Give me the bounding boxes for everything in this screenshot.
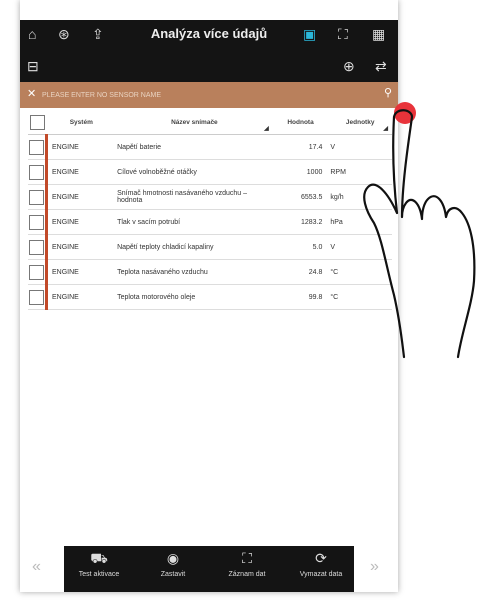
bottom-toolbar: ⛟ Test aktivace ◉ Zastavit ⛶ Záznam dat … <box>64 546 354 592</box>
search-input[interactable] <box>42 88 342 102</box>
test-activation-button[interactable]: ⛟ Test aktivace <box>68 550 130 578</box>
select-all-cell[interactable] <box>28 110 47 135</box>
live-data-icon[interactable]: ⊕ <box>343 58 355 74</box>
refresh-icon: ⟳ <box>315 550 327 566</box>
record-data-button[interactable]: ⛶ Záznam dat <box>216 550 278 578</box>
top-toolbar: ⌂ ⊛ ⇪ Analýza více údajů ▣ ⛶ ▦ ⊟ ⊕ ⇄ <box>20 20 398 82</box>
grid-icon[interactable]: ▦ <box>372 26 385 42</box>
select-all-checkbox[interactable] <box>29 114 45 130</box>
screenshot-icon[interactable]: ▣ <box>303 26 316 42</box>
next-page-icon[interactable]: » <box>370 558 379 576</box>
sensor-name-cell: Snímač hmotnosti nasávaného vzduchu – ho… <box>116 184 273 210</box>
row-checkbox[interactable] <box>29 214 44 230</box>
stop-icon: ◉ <box>166 550 180 566</box>
tablet-frame: ⌂ ⊛ ⇪ Analýza více údajů ▣ ⛶ ▦ ⊟ ⊕ ⇄ ✕ ⚲… <box>20 0 398 592</box>
row-checkbox[interactable] <box>29 239 44 255</box>
clear-data-button[interactable]: ⟳ Vymazat data <box>290 550 352 578</box>
value-cell: 1283.2 <box>272 209 329 235</box>
col-system[interactable]: Systém <box>46 110 117 135</box>
sort-icon: ◢ <box>264 126 269 132</box>
table-row[interactable]: ENGINE Teplota motorového oleje 99.8 °C <box>28 284 392 310</box>
col-sensor-name[interactable]: Název snímače ◢ <box>116 110 273 135</box>
value-cell: 17.4 <box>272 134 329 160</box>
table-row[interactable]: ENGINE Napětí baterie 17.4 V <box>28 134 392 160</box>
sensor-name-cell: Teplota nasávaného vzduchu <box>116 259 273 285</box>
sensor-table: Systém Název snímače ◢ Hodnota Jednotky ◢ … <box>28 110 392 310</box>
sensor-name-cell: Teplota motorového oleje <box>116 284 273 310</box>
row-checkbox[interactable] <box>29 164 44 180</box>
table-row[interactable]: ENGINE Teplota nasávaného vzduchu 24.8 °… <box>28 259 392 285</box>
sensor-name-cell: Napětí teploty chladicí kapaliny <box>116 234 273 260</box>
value-cell: 24.8 <box>272 259 329 285</box>
table-row[interactable]: ENGINE Snímač hmotnosti nasávaného vzduc… <box>28 184 392 210</box>
col-sensor-name-label: Název snímače <box>171 118 218 126</box>
table-header-row: Systém Název snímače ◢ Hodnota Jednotky ◢ <box>28 110 392 135</box>
value-cell: 1000 <box>272 159 329 185</box>
table-row[interactable]: ENGINE Tlak v sacím potrubí 1283.2 hPa <box>28 209 392 235</box>
close-icon[interactable]: ✕ <box>27 87 36 100</box>
col-value[interactable]: Hodnota <box>272 110 329 135</box>
system-cell: ENGINE <box>45 234 117 260</box>
graph-icon[interactable]: ⊟ <box>27 58 39 74</box>
value-cell: 99.8 <box>272 284 329 310</box>
hand-pointer-illustration <box>363 102 476 359</box>
system-cell: ENGINE <box>45 209 117 235</box>
table-row[interactable]: ENGINE Napětí teploty chladicí kapaliny … <box>28 234 392 260</box>
stop-button[interactable]: ◉ Zastavit <box>142 550 204 578</box>
car-test-icon: ⛟ <box>90 550 108 566</box>
switch-icon[interactable]: ⇄ <box>375 58 387 74</box>
row-checkbox[interactable] <box>29 289 44 305</box>
sensor-name-cell: Tlak v sacím potrubí <box>116 209 273 235</box>
record-icon: ⛶ <box>242 550 252 566</box>
system-cell: ENGINE <box>45 184 117 210</box>
system-cell: ENGINE <box>45 284 117 310</box>
row-checkbox[interactable] <box>29 189 44 205</box>
table-row[interactable]: ENGINE Cílové volnoběžné otáčky 1000 RPM <box>28 159 392 185</box>
system-cell: ENGINE <box>45 259 117 285</box>
value-cell: 6553.5 <box>272 184 329 210</box>
system-cell: ENGINE <box>45 134 117 160</box>
sensor-name-cell: Napětí baterie <box>116 134 273 160</box>
value-cell: 5.0 <box>272 234 329 260</box>
search-bar: ✕ ⚲ <box>20 82 398 108</box>
sensor-name-cell: Cílové volnoběžné otáčky <box>116 159 273 185</box>
system-cell: ENGINE <box>45 159 117 185</box>
prev-page-icon[interactable]: « <box>32 558 41 576</box>
row-checkbox[interactable] <box>29 264 44 280</box>
fullscreen-icon[interactable]: ⛶ <box>338 26 348 42</box>
row-checkbox[interactable] <box>29 139 44 155</box>
